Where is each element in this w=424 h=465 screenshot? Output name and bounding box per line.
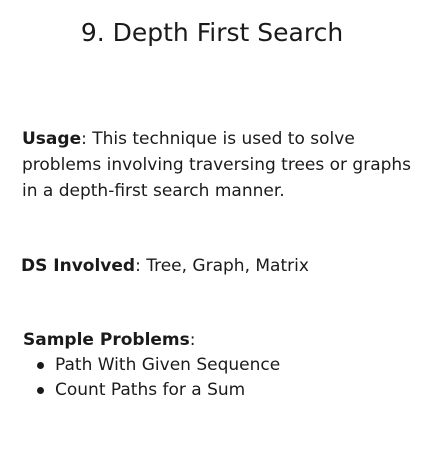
bullet-icon bbox=[37, 387, 44, 394]
usage-text: : This technique is used to solve proble… bbox=[22, 129, 412, 201]
sample-problems-label: Sample Problems bbox=[23, 330, 190, 350]
page-title: 9. Depth First Search bbox=[80, 18, 344, 47]
usage-label: Usage bbox=[22, 129, 82, 149]
sample-problems-list: Path With Given Sequence Count Paths for… bbox=[23, 353, 419, 403]
sample-problems-section: Sample Problems: Path With Given Sequenc… bbox=[23, 328, 419, 403]
list-item: Path With Given Sequence bbox=[23, 353, 419, 378]
list-item: Count Paths for a Sum bbox=[23, 378, 419, 403]
ds-involved-section: DS Involved: Tree, Graph, Matrix bbox=[21, 254, 417, 278]
bullet-icon bbox=[37, 362, 44, 369]
ds-involved-text: : Tree, Graph, Matrix bbox=[135, 256, 309, 276]
usage-section: Usage: This technique is used to solve p… bbox=[22, 126, 418, 204]
list-item-text: Path With Given Sequence bbox=[55, 355, 281, 375]
ds-involved-label: DS Involved bbox=[21, 256, 136, 276]
sample-problems-heading: Sample Problems: bbox=[23, 328, 419, 353]
sample-problems-suffix: : bbox=[189, 330, 196, 350]
list-item-text: Count Paths for a Sum bbox=[55, 380, 246, 400]
